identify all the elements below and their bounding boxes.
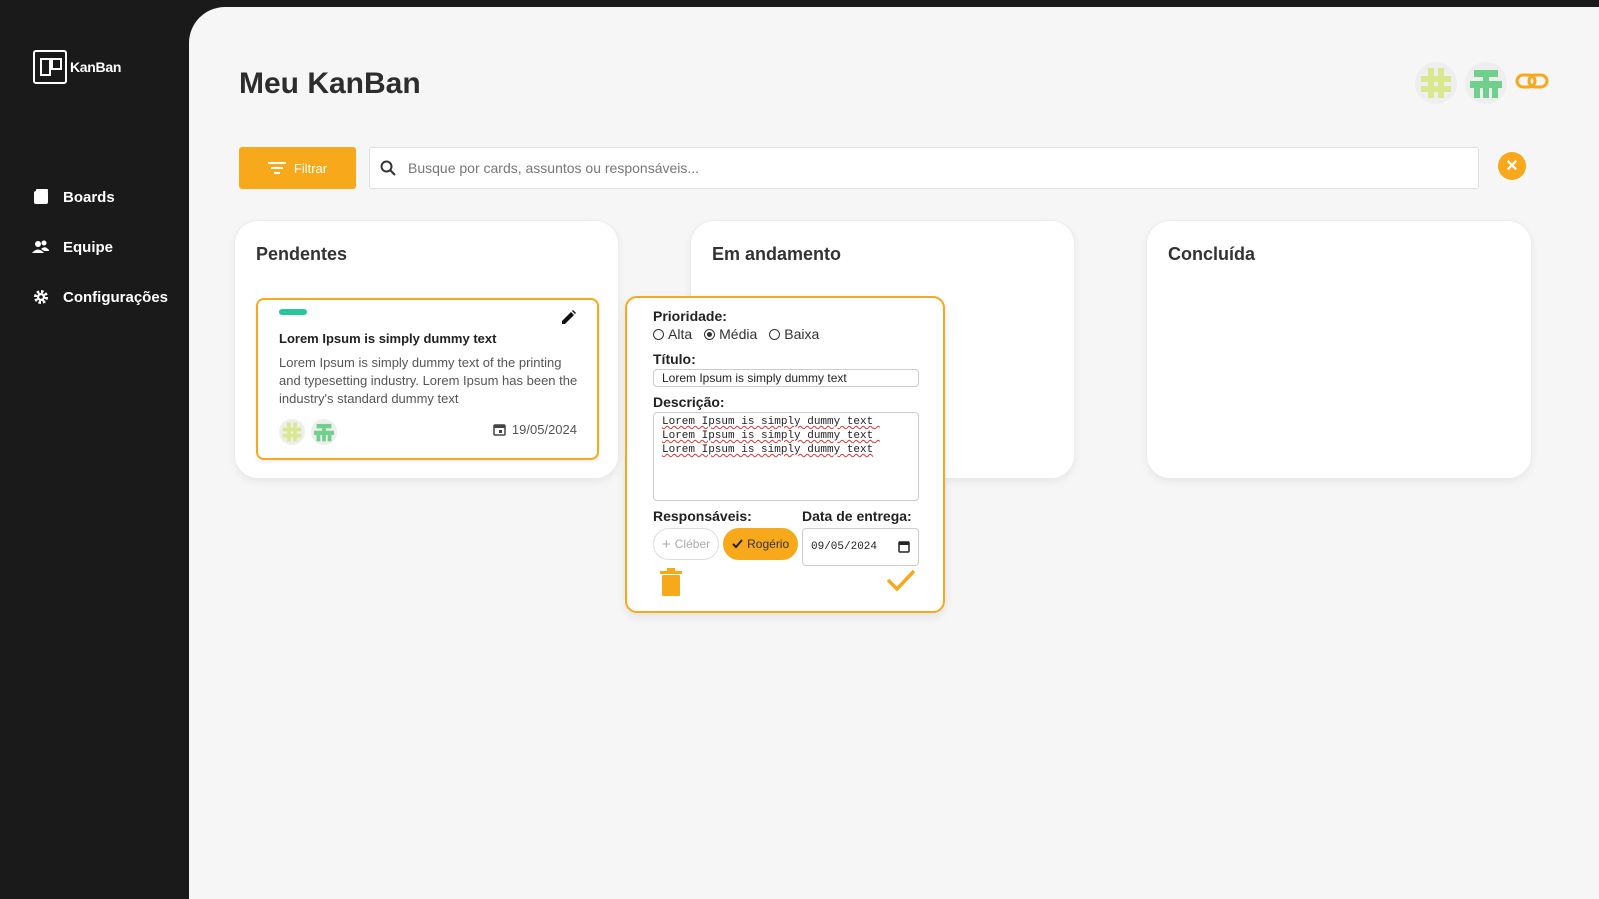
filter-button[interactable]: Filtrar: [239, 147, 356, 189]
avatar: [311, 419, 337, 445]
title-label: Título:: [653, 351, 696, 367]
sidebar: KanBan Boards Equipe Configurações: [0, 0, 190, 899]
kanban-logo-icon: [33, 50, 67, 84]
gear-icon: [32, 289, 49, 306]
column-title: Concluída: [1168, 244, 1256, 264]
sidebar-item-boards[interactable]: Boards: [32, 172, 168, 222]
calendar-icon[interactable]: [898, 541, 910, 553]
app-logo[interactable]: KanBan: [33, 50, 121, 84]
sidebar-item-label: Configurações: [63, 288, 169, 306]
search-icon: [380, 160, 396, 176]
priority-option-label: Alta: [668, 326, 693, 342]
main-content: Meu KanBan Filtrar ✕ Pendentes Lorem Ips…: [189, 7, 1599, 899]
avatar[interactable]: [1415, 62, 1457, 104]
radio-button[interactable]: [653, 328, 664, 340]
avatar: [279, 419, 305, 445]
card-due-date: 19/05/2024: [493, 422, 577, 437]
due-date-value: 09/05/2024: [811, 541, 878, 553]
sidebar-item-label: Boards: [63, 188, 115, 206]
priority-indicator: [279, 309, 307, 315]
close-icon: ✕: [1505, 158, 1519, 175]
priority-radio-group: Alta Média Baixa: [653, 326, 819, 342]
due-date-label: Data de entrega:: [802, 508, 912, 524]
task-card[interactable]: Lorem Ipsum is simply dummy text Lorem I…: [256, 298, 599, 460]
column-pendentes: Pendentes Lorem Ipsum is simply dummy te…: [234, 220, 619, 479]
calendar-icon: [493, 424, 506, 436]
column-title: Em andamento: [712, 244, 842, 264]
filter-label: Filtrar: [293, 160, 328, 176]
sidebar-item-equipe[interactable]: Equipe: [32, 222, 168, 272]
logo-text: KanBan: [70, 59, 122, 75]
due-date-field[interactable]: 09/05/2024: [802, 528, 919, 566]
assignees-label: Responsáveis:: [653, 508, 752, 524]
column-title: Pendentes: [256, 244, 348, 264]
card-date-text: 19/05/2024: [511, 422, 577, 437]
check-icon: [732, 539, 743, 549]
card-assignees: [279, 419, 337, 445]
search-bar[interactable]: [369, 147, 1479, 189]
filter-icon: [267, 162, 286, 174]
description-field[interactable]: Lorem Ipsum is simply dummy text Lorem I…: [653, 412, 919, 501]
radio-button[interactable]: [704, 328, 716, 340]
sidebar-nav: Boards Equipe Configurações: [32, 172, 168, 322]
header-avatars: [1415, 62, 1549, 104]
search-input[interactable]: [408, 160, 1448, 176]
sidebar-item-label: Equipe: [63, 238, 114, 256]
priority-option-alta[interactable]: Alta: [653, 326, 692, 342]
avatar[interactable]: [1465, 62, 1507, 104]
clear-search-button[interactable]: ✕: [1498, 152, 1526, 180]
column-concluida: Concluída: [1146, 220, 1532, 479]
priority-option-media[interactable]: Média: [704, 326, 757, 342]
board-icon: [32, 189, 49, 206]
priority-label: Prioridade:: [653, 308, 727, 324]
team-icon: [32, 239, 49, 256]
description-label: Descrição:: [653, 394, 725, 410]
plus-icon: +: [662, 535, 671, 553]
priority-option-baixa[interactable]: Baixa: [769, 326, 819, 342]
priority-option-label: Média: [719, 326, 758, 342]
trash-icon[interactable]: [660, 568, 682, 596]
sidebar-item-configuracoes[interactable]: Configurações: [32, 272, 168, 322]
link-icon[interactable]: [1515, 71, 1549, 96]
card-description: Lorem Ipsum is simply dummy text of the …: [279, 355, 578, 406]
card-title: Lorem Ipsum is simply dummy text: [279, 331, 497, 346]
radio-button[interactable]: [769, 328, 781, 340]
edit-icon[interactable]: [559, 309, 577, 327]
title-field[interactable]: [653, 369, 919, 387]
assignee-name: Rogério: [747, 537, 790, 551]
card-editor: Prioridade: Alta Média Baixa Título: Des…: [625, 296, 945, 613]
priority-option-label: Baixa: [784, 326, 820, 342]
assignee-chip-rogerio[interactable]: Rogério: [723, 528, 799, 560]
confirm-check-icon[interactable]: [886, 568, 916, 592]
assignee-chips: + Cléber Rogério: [653, 528, 799, 560]
page-title: Meu KanBan: [239, 67, 421, 100]
assignee-chip-cleber[interactable]: + Cléber: [653, 528, 720, 560]
assignee-name: Cléber: [674, 537, 711, 551]
